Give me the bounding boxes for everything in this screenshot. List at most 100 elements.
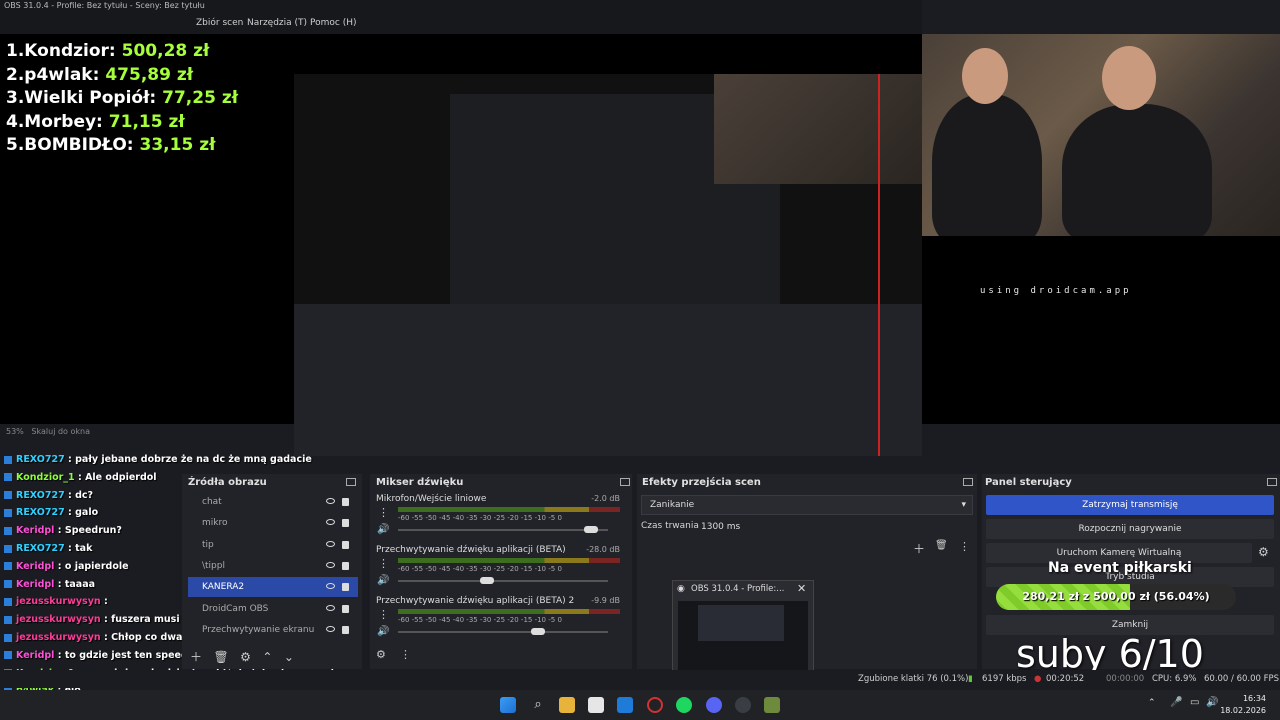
visibility-eye-icon[interactable] xyxy=(326,498,335,504)
visibility-eye-icon[interactable] xyxy=(326,561,335,568)
chat-username: REXO727 xyxy=(16,507,65,519)
outlook-icon[interactable] xyxy=(617,697,633,713)
windows-start-icon[interactable] xyxy=(500,697,516,713)
lock-icon[interactable] xyxy=(342,519,349,528)
droidcam-placeholder: using droidcam.app xyxy=(980,286,1132,296)
game-icon[interactable] xyxy=(764,697,780,713)
volume-slider-knob[interactable] xyxy=(480,577,495,584)
channel-menu-icon[interactable]: ⋮ xyxy=(378,557,389,570)
source-label: mikro xyxy=(202,518,228,529)
source-settings-icon[interactable]: ⚙ xyxy=(240,650,251,664)
undock-icon[interactable] xyxy=(346,478,356,486)
chat-text: taaaa xyxy=(64,578,96,590)
store-icon[interactable] xyxy=(588,697,604,713)
visibility-eye-icon[interactable] xyxy=(326,540,335,547)
discord-icon[interactable] xyxy=(706,697,722,713)
chat-text: galo xyxy=(75,507,99,519)
spotify-icon[interactable] xyxy=(676,697,692,713)
chevron-up-icon[interactable]: ⌃ xyxy=(1148,698,1156,708)
taskbar-thumbnail-popup[interactable]: ◉ OBS 31.0.4 - Profile:... ✕ xyxy=(672,580,814,676)
chat-message: Kondzior_1 : Ale odpierdol xyxy=(4,472,157,483)
add-source-icon[interactable]: ＋ xyxy=(190,650,202,664)
menu-help[interactable]: Pomoc (H) xyxy=(310,18,357,28)
move-up-icon[interactable]: ⌃ xyxy=(262,650,272,664)
close-icon[interactable]: ✕ xyxy=(797,582,806,595)
move-down-icon[interactable]: ⌄ xyxy=(284,650,294,664)
volume-slider-knob[interactable] xyxy=(531,628,546,635)
volume-slider-knob[interactable] xyxy=(584,526,599,533)
search-icon[interactable]: ⌕ xyxy=(530,697,546,713)
channel-menu-icon[interactable]: ⋮ xyxy=(378,608,389,621)
dropped-frames: Zgubione klatki 76 (0.1%) xyxy=(858,674,969,684)
undock-icon[interactable] xyxy=(963,478,973,486)
lock-icon[interactable] xyxy=(342,625,349,634)
stop-stream-button[interactable]: Zatrzymaj transmisję xyxy=(986,495,1274,515)
obs-taskbar-icon[interactable] xyxy=(735,697,751,713)
duration-input[interactable]: 1300 ms xyxy=(693,518,973,536)
chat-badge-icon xyxy=(4,597,12,606)
chat-message: Keridpl : to gdzie jest ten speedrun xyxy=(4,650,206,661)
channel-menu-icon[interactable]: ⋮ xyxy=(378,506,389,519)
obs-icon: ◉ xyxy=(677,584,685,594)
file-explorer-icon[interactable] xyxy=(559,697,575,713)
clock[interactable]: 16:34 18.02.2026 xyxy=(1220,693,1266,717)
source-item[interactable]: DroidCam OBS xyxy=(188,599,358,619)
chat-message: Keridpl : taaaa xyxy=(4,579,95,590)
volume-slider[interactable] xyxy=(398,628,608,635)
menu-tools[interactable]: Narzędzia (T) xyxy=(247,18,307,28)
visibility-eye-icon[interactable] xyxy=(326,604,335,611)
preview-scale-status: 53% Skaluj do okna xyxy=(6,427,90,436)
source-item[interactable]: Przechwytywanie ekranu xyxy=(188,620,358,640)
add-transition-icon[interactable]: ＋ xyxy=(913,540,925,557)
lock-icon[interactable] xyxy=(342,604,349,613)
mixer-menu-icon[interactable]: ⋮ xyxy=(400,648,411,661)
source-item[interactable]: \tippl xyxy=(188,556,358,576)
source-item[interactable]: chat xyxy=(188,492,358,512)
preview-canvas[interactable]: 1.Kondzior: 500,28 zł 2.p4wlak: 475,89 z… xyxy=(0,34,1280,456)
menu-scene-collection[interactable]: Zbiór scen xyxy=(196,18,243,28)
speaker-icon[interactable]: 🔊 xyxy=(377,524,389,535)
transition-menu-icon[interactable]: ⋮ xyxy=(959,540,970,553)
chat-text: tak xyxy=(75,543,93,554)
remove-transition-icon[interactable]: 🗑 xyxy=(935,540,948,551)
chat-message: jezusskurwysyn : xyxy=(4,596,108,607)
volume-icon[interactable]: 🔊 xyxy=(1206,697,1218,708)
mixer-settings-icon[interactable]: ⚙ xyxy=(376,648,386,661)
source-item[interactable]: KANERA2 xyxy=(188,577,358,598)
gear-icon[interactable]: ⚙ xyxy=(1258,545,1269,559)
chat-message: REXO727 : tak xyxy=(4,543,92,554)
lock-icon[interactable] xyxy=(342,540,349,549)
volume-slider[interactable] xyxy=(398,577,608,584)
volume-slider[interactable] xyxy=(398,526,608,533)
nested-camera xyxy=(714,74,922,184)
opera-icon[interactable] xyxy=(647,697,663,713)
source-item[interactable]: mikro xyxy=(188,513,358,533)
clock-date: 18.02.2026 xyxy=(1220,706,1266,715)
speaker-icon[interactable]: 🔊 xyxy=(377,575,389,586)
chat-username: Keridpl xyxy=(16,649,55,661)
recording-time: 00:00:00 xyxy=(1106,674,1145,684)
visibility-eye-icon[interactable] xyxy=(326,625,335,632)
chevron-down-icon: ▾ xyxy=(961,500,966,510)
transition-select[interactable]: Zanikanie ▾ xyxy=(641,495,973,515)
undock-icon[interactable] xyxy=(1267,478,1277,486)
undock-icon[interactable] xyxy=(620,478,630,486)
start-recording-button[interactable]: Rozpocznij nagrywanie xyxy=(986,519,1274,539)
nested-preview xyxy=(294,74,922,456)
speaker-icon[interactable]: 🔊 xyxy=(377,626,389,637)
lock-icon[interactable] xyxy=(342,561,349,570)
microphone-icon[interactable]: 🎤 xyxy=(1170,697,1182,708)
visibility-eye-icon[interactable] xyxy=(326,519,335,526)
visibility-eye-icon[interactable] xyxy=(326,583,335,590)
popup-title: OBS 31.0.4 - Profile:... xyxy=(691,584,785,594)
controls-title: Panel sterujący xyxy=(985,477,1072,488)
leaderboard-row: 5.BOMBIDŁO: 33,15 zł xyxy=(6,135,216,155)
remove-source-icon[interactable]: 🗑 xyxy=(213,650,228,664)
source-item[interactable]: tip xyxy=(188,535,358,555)
network-icon[interactable]: ▭ xyxy=(1190,697,1199,708)
lock-icon[interactable] xyxy=(342,583,349,592)
volume-meter xyxy=(398,507,620,512)
chat-badge-icon xyxy=(4,562,12,571)
lock-icon[interactable] xyxy=(342,498,349,506)
channel-db: -9.9 dB xyxy=(591,596,620,605)
